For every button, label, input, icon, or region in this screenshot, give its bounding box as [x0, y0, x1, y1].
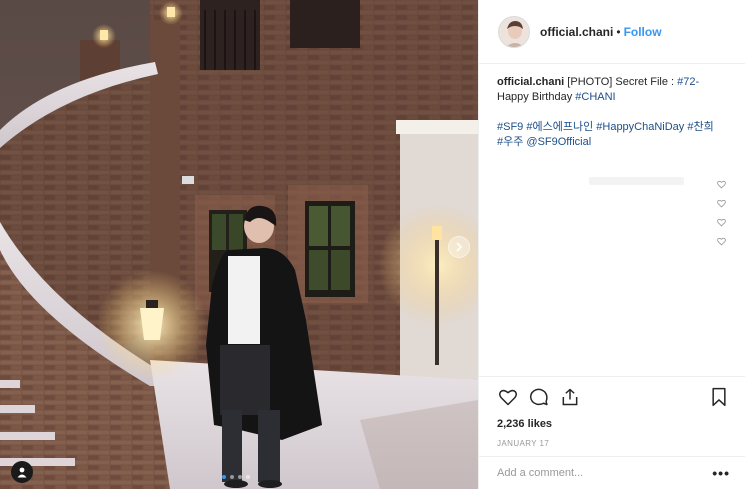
mention-sf9official[interactable]: @SF9Official — [523, 136, 591, 148]
comment-like-column — [717, 179, 726, 246]
hashtag-chani[interactable]: #CHANI — [575, 91, 615, 103]
comment-heart-icon[interactable] — [717, 236, 726, 246]
carousel-dot — [238, 475, 242, 479]
like-button[interactable] — [497, 386, 519, 408]
share-button[interactable] — [559, 386, 581, 408]
comment-button[interactable] — [528, 386, 550, 408]
post-image — [0, 0, 478, 489]
heart-icon — [499, 389, 517, 406]
carousel-dot — [230, 475, 234, 479]
comment-heart-icon[interactable] — [717, 198, 726, 208]
caption-line2: Happy Birthday — [497, 91, 576, 103]
comment-bar: ••• — [479, 456, 745, 489]
hashtag-uju[interactable]: #우주 — [497, 136, 523, 148]
caption-username[interactable]: official.chani — [497, 76, 564, 88]
carousel-indicator — [222, 475, 250, 479]
share-icon — [562, 388, 578, 406]
next-arrow-icon — [456, 242, 463, 252]
save-button[interactable] — [708, 386, 730, 408]
caption-hashtags: #SF9 #에스에프나인 #HappyChaNiDay #찬희 #우주 @SF9… — [497, 120, 728, 150]
post-date[interactable]: JANUARY 17 — [497, 439, 730, 448]
follow-button[interactable]: Follow — [624, 25, 662, 39]
comment-input[interactable] — [497, 467, 713, 479]
caption-text: official.chani [PHOTO] Secret File : #72… — [497, 75, 728, 105]
post-header: official.chani • Follow — [479, 0, 745, 64]
post-photo[interactable] — [0, 0, 478, 489]
hashtag-sf9[interactable]: #SF9 — [497, 121, 523, 133]
hashtag-chanhee[interactable]: #찬희 — [684, 121, 713, 133]
next-photo-button[interactable] — [448, 236, 470, 258]
comment-heart-icon[interactable] — [717, 217, 726, 227]
bookmark-icon — [712, 387, 726, 407]
caption-section: official.chani [PHOTO] Secret File : #72… — [479, 65, 745, 375]
carousel-dot — [246, 475, 250, 479]
likes-count[interactable]: 2,236 likes — [497, 418, 730, 430]
hashtag-happychaniday[interactable]: #HappyChaNiDay — [593, 121, 684, 133]
header-username[interactable]: official.chani — [540, 25, 613, 39]
avatar-image — [499, 16, 529, 47]
comment-icon — [529, 388, 548, 406]
user-tag-button[interactable] — [11, 461, 33, 483]
hashtag-korean[interactable]: #에스에프나인 — [523, 121, 593, 133]
header-separator: • — [616, 24, 621, 39]
comment-heart-icon[interactable] — [717, 179, 726, 189]
action-icons — [497, 383, 730, 411]
avatar[interactable] — [498, 15, 530, 48]
faded-comment — [589, 177, 684, 185]
user-tag-icon — [17, 467, 27, 478]
carousel-dot — [222, 475, 226, 479]
more-options-button[interactable]: ••• — [712, 465, 730, 481]
post-side-panel: official.chani • Follow official.chani [… — [478, 0, 745, 489]
hashtag-72[interactable]: #72- — [677, 76, 699, 88]
caption-body: [PHOTO] Secret File : — [564, 76, 678, 88]
post-actions: 2,236 likes JANUARY 17 — [479, 376, 745, 448]
